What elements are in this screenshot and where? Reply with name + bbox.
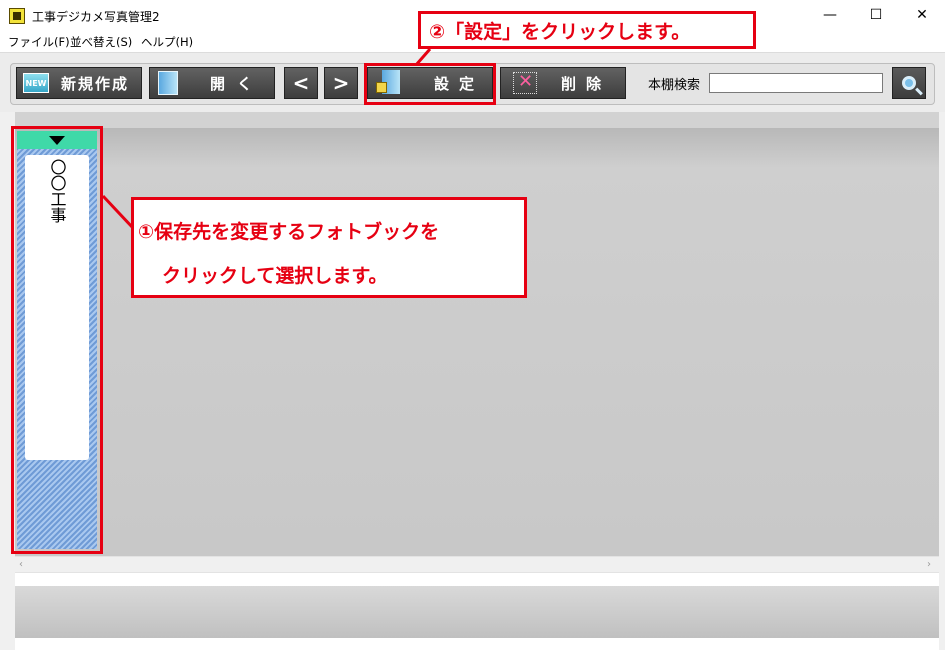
open-button[interactable]: 開く	[149, 67, 275, 99]
callout-step1: ①保存先を変更するフォトブックを クリックして選択します。	[131, 197, 527, 298]
search-input[interactable]	[709, 73, 883, 93]
callout-step2: ②「設定」をクリックします。	[418, 11, 756, 49]
close-button[interactable]: ✕	[899, 0, 945, 30]
bookshelf-area	[15, 128, 939, 556]
callout-step1-line1: ①保存先を変更するフォトブックを	[138, 221, 440, 243]
open-button-label: 開く	[210, 74, 265, 93]
menu-help[interactable]: ヘルプ(H)	[141, 34, 193, 50]
new-button-label: 新規作成	[61, 74, 130, 93]
callout-step1-line2: クリックして選択します。	[162, 265, 388, 287]
new-button[interactable]: NEW 新規作成	[16, 67, 142, 99]
menu-file[interactable]: ファイル(F)	[8, 34, 70, 50]
delete-button[interactable]: 削除	[500, 67, 626, 99]
separator-band	[0, 112, 945, 128]
next-button[interactable]: >	[324, 67, 358, 99]
magnifier-icon	[902, 76, 916, 90]
window-title: 工事デジカメ写真管理2	[32, 10, 160, 24]
highlight-photobook	[11, 126, 103, 554]
delete-x-icon	[513, 71, 537, 94]
right-frame	[939, 112, 945, 650]
maximize-button[interactable]: ☐	[853, 0, 899, 30]
highlight-settings	[364, 63, 496, 105]
horizontal-scrollbar[interactable]: ‹ ›	[15, 556, 939, 573]
search-label: 本棚検索	[648, 78, 701, 93]
bottom-panel	[15, 586, 939, 638]
search-button[interactable]	[892, 67, 926, 99]
minimize-button[interactable]: —	[807, 0, 853, 30]
chevron-right-icon: >	[332, 71, 350, 95]
chevron-left-icon: <	[292, 71, 310, 95]
scroll-right-icon[interactable]: ›	[927, 557, 931, 572]
app-icon	[9, 8, 25, 24]
menu-sort[interactable]: 並べ替え(S)	[70, 34, 132, 50]
scroll-left-icon[interactable]: ‹	[19, 557, 23, 572]
book-icon	[158, 71, 178, 95]
delete-button-label: 削除	[561, 74, 612, 93]
prev-button[interactable]: <	[284, 67, 318, 99]
new-badge-icon: NEW	[23, 73, 49, 93]
